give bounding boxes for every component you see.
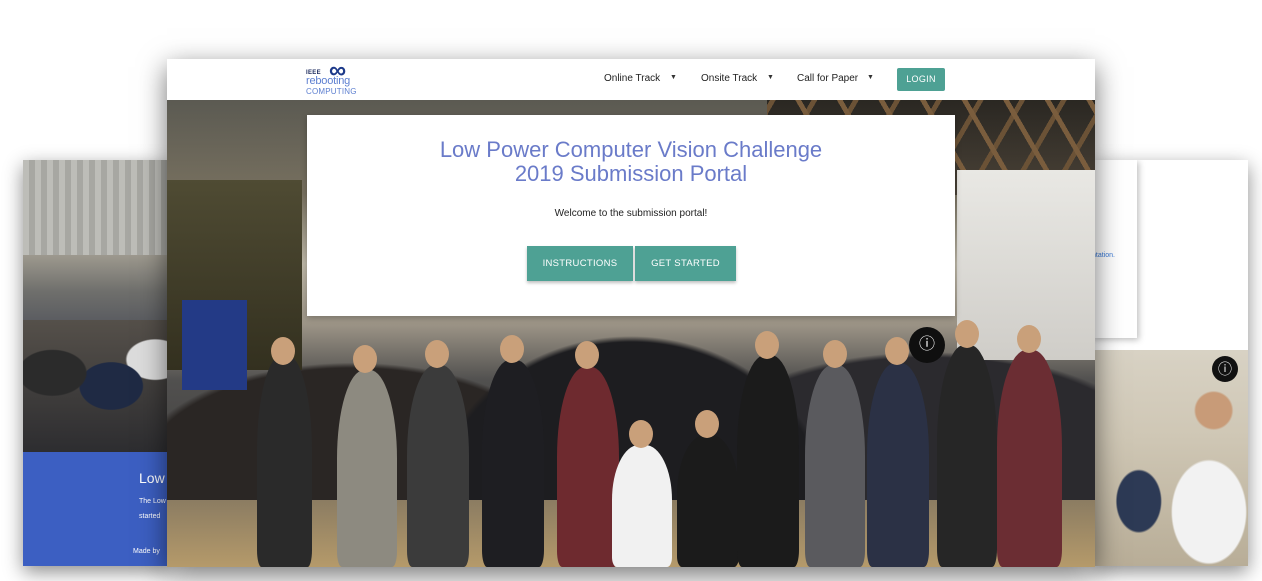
person-head [885,337,909,365]
ieee-rebooting-computing-logo[interactable]: IEEE ∞ rebooting COMPUTING [306,59,376,98]
right-background-screenshot: ntation. ⓘ [1092,160,1248,566]
person-head [955,320,979,348]
portal-card: Low Power Computer Vision Challenge 2019… [307,115,955,316]
left-footer-text: The Low started [139,494,166,524]
caret-down-icon[interactable]: ▼ [867,74,874,81]
person [557,367,619,567]
person [337,370,397,567]
logo-rebooting-text: rebooting [306,75,351,87]
info-icon[interactable]: ⓘ [909,327,945,363]
get-started-button[interactable]: GET STARTED [635,246,736,281]
logo-computing-text: COMPUTING [306,87,357,96]
person-head [500,335,524,363]
person [867,363,929,567]
person [257,355,312,567]
person [937,345,997,567]
photo-crowd [23,320,170,452]
page-title-line-1: Low Power Computer Vision Challenge [439,137,823,162]
left-footer-made-by: Made by [133,548,160,555]
photo-wall [23,160,170,255]
person [482,360,544,567]
person-head [755,331,779,359]
person [805,365,865,567]
caret-down-icon[interactable]: ▼ [767,74,774,81]
person-head [629,420,653,448]
main-screenshot-window: IEEE ∞ rebooting COMPUTING Online Track … [167,59,1095,567]
left-footer: Low P The Low started Made by [23,452,170,566]
right-upper-area: ntation. [1092,160,1248,350]
left-footer-line-1: The Low [139,498,166,505]
person-head [1017,325,1041,353]
page-title: Low Power Computer Vision Challenge 2019… [307,138,955,186]
blue-banner [182,300,247,390]
person [737,355,799,567]
welcome-text: Welcome to the submission portal! [554,208,708,219]
person [407,365,469,567]
nav-call-for-paper[interactable]: Call for Paper [797,73,858,84]
info-icon[interactable]: ⓘ [1212,356,1238,382]
right-panel [1092,160,1137,338]
person-head [425,340,449,368]
person [677,435,739,567]
person-head [823,340,847,368]
right-photo [1092,350,1248,566]
left-footer-title: Low P [139,470,170,486]
instructions-button[interactable]: INSTRUCTIONS [527,246,633,281]
person [997,350,1062,567]
nav-onsite-track[interactable]: Onsite Track [701,73,757,84]
person-head [695,410,719,438]
right-link-fragment[interactable]: ntation. [1092,252,1115,259]
audience-photo [23,160,170,452]
person [612,445,672,567]
person-head [271,337,295,365]
person-head [353,345,377,373]
page-title-line-2: 2019 Submission Portal [514,161,748,186]
login-button[interactable]: LOGIN [897,68,945,91]
left-background-screenshot: Low P The Low started Made by [23,160,170,566]
group-of-people [257,315,1087,567]
person-head [575,341,599,369]
left-footer-line-2: started [139,513,161,520]
nav-online-track[interactable]: Online Track [604,73,660,84]
caret-down-icon[interactable]: ▼ [670,74,677,81]
navbar: IEEE ∞ rebooting COMPUTING Online Track … [167,59,1095,100]
